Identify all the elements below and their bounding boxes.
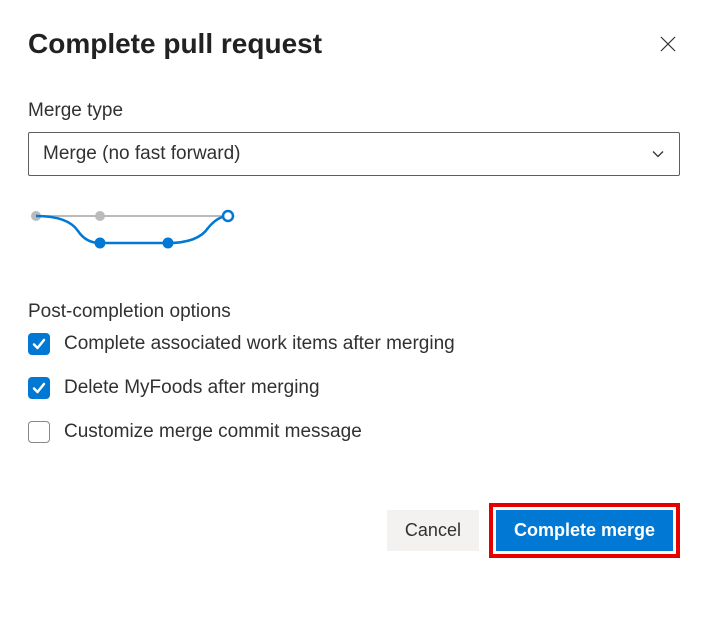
checkbox-complete-work-items[interactable] [28,333,50,355]
close-button[interactable] [656,32,680,56]
option-complete-work-items: Complete associated work items after mer… [28,333,680,355]
check-icon [32,337,46,351]
dialog-footer: Cancel Complete merge [28,503,680,558]
option-customize-message: Customize merge commit message [28,421,680,443]
option-label: Complete associated work items after mer… [64,333,455,355]
dialog-header: Complete pull request [28,28,680,60]
merge-diagram [28,206,238,256]
dialog-title: Complete pull request [28,28,322,60]
option-delete-branch: Delete MyFoods after merging [28,377,680,399]
close-icon [660,36,676,52]
merge-type-dropdown[interactable]: Merge (no fast forward) [28,132,680,176]
option-label: Customize merge commit message [64,421,362,443]
chevron-down-icon [651,147,665,161]
highlight-annotation: Complete merge [489,503,680,558]
cancel-button[interactable]: Cancel [387,510,479,551]
merge-type-selected: Merge (no fast forward) [43,143,240,165]
option-label: Delete MyFoods after merging [64,377,320,399]
post-completion-options: Complete associated work items after mer… [28,333,680,443]
check-icon [32,381,46,395]
checkbox-delete-branch[interactable] [28,377,50,399]
complete-merge-button[interactable]: Complete merge [496,510,673,551]
post-completion-label: Post-completion options [28,301,680,323]
checkbox-customize-message[interactable] [28,421,50,443]
merge-type-label: Merge type [28,100,680,122]
